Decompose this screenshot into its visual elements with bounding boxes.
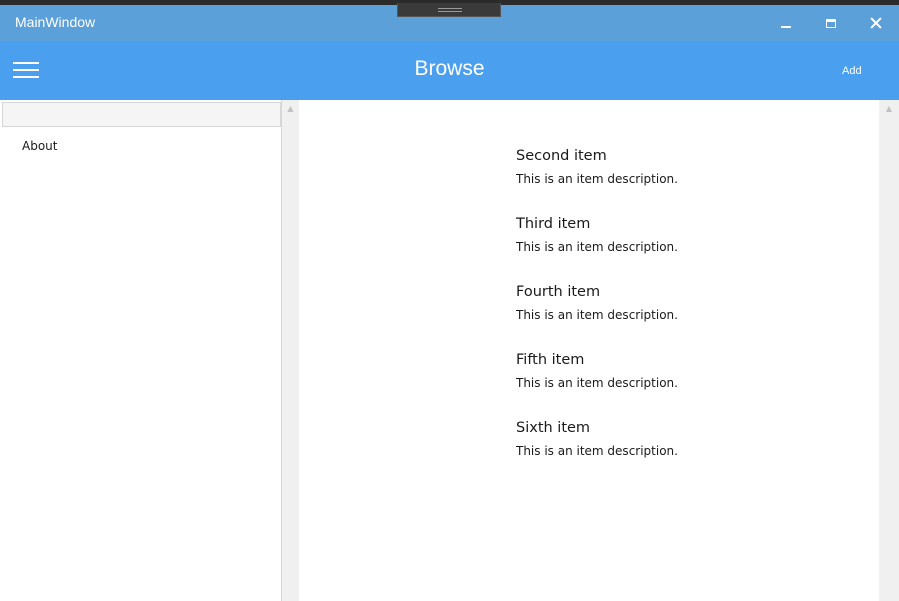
close-button[interactable]: [853, 5, 898, 41]
minimize-button[interactable]: [763, 5, 808, 41]
list-item[interactable]: Sixth item This is an item description.: [516, 419, 678, 487]
item-title: Fifth item: [516, 352, 585, 368]
maximize-button[interactable]: [808, 5, 853, 41]
scroll-up-arrow-icon[interactable]: ▲: [879, 104, 899, 113]
page-title: Browse: [414, 57, 485, 80]
list-item[interactable]: Fifth item This is an item description.: [516, 351, 678, 419]
item-description: This is an item description.: [516, 376, 678, 390]
minimize-icon: [780, 26, 791, 28]
item-title: Second item: [516, 148, 607, 164]
list-item[interactable]: Second item This is an item description.: [516, 147, 678, 215]
item-title: Sixth item: [516, 420, 591, 436]
content-scrollbar[interactable]: ▲: [879, 100, 899, 601]
sidebar-item-about[interactable]: About: [22, 139, 57, 153]
main-content: Second item This is an item description.…: [299, 100, 879, 601]
item-description: This is an item description.: [516, 444, 678, 458]
add-button[interactable]: Add: [842, 65, 862, 77]
item-title: Fourth item: [516, 284, 601, 300]
item-list: Second item This is an item description.…: [516, 147, 678, 487]
item-title: Third item: [516, 216, 591, 232]
sidebar: About: [0, 100, 282, 601]
search-input[interactable]: [2, 102, 281, 127]
item-description: This is an item description.: [516, 308, 678, 322]
app-bar: Browse Add: [0, 41, 899, 100]
list-item[interactable]: Third item This is an item description.: [516, 215, 678, 283]
item-description: This is an item description.: [516, 240, 678, 254]
drag-handle[interactable]: [397, 3, 501, 17]
item-description: This is an item description.: [516, 172, 678, 186]
list-item[interactable]: Fourth item This is an item description.: [516, 283, 678, 351]
scroll-up-arrow-icon[interactable]: ▲: [282, 104, 299, 113]
window-title: MainWindow: [15, 14, 96, 30]
sidebar-scrollbar[interactable]: ▲: [282, 100, 299, 601]
close-icon: [870, 17, 882, 29]
maximize-icon: [825, 18, 836, 28]
